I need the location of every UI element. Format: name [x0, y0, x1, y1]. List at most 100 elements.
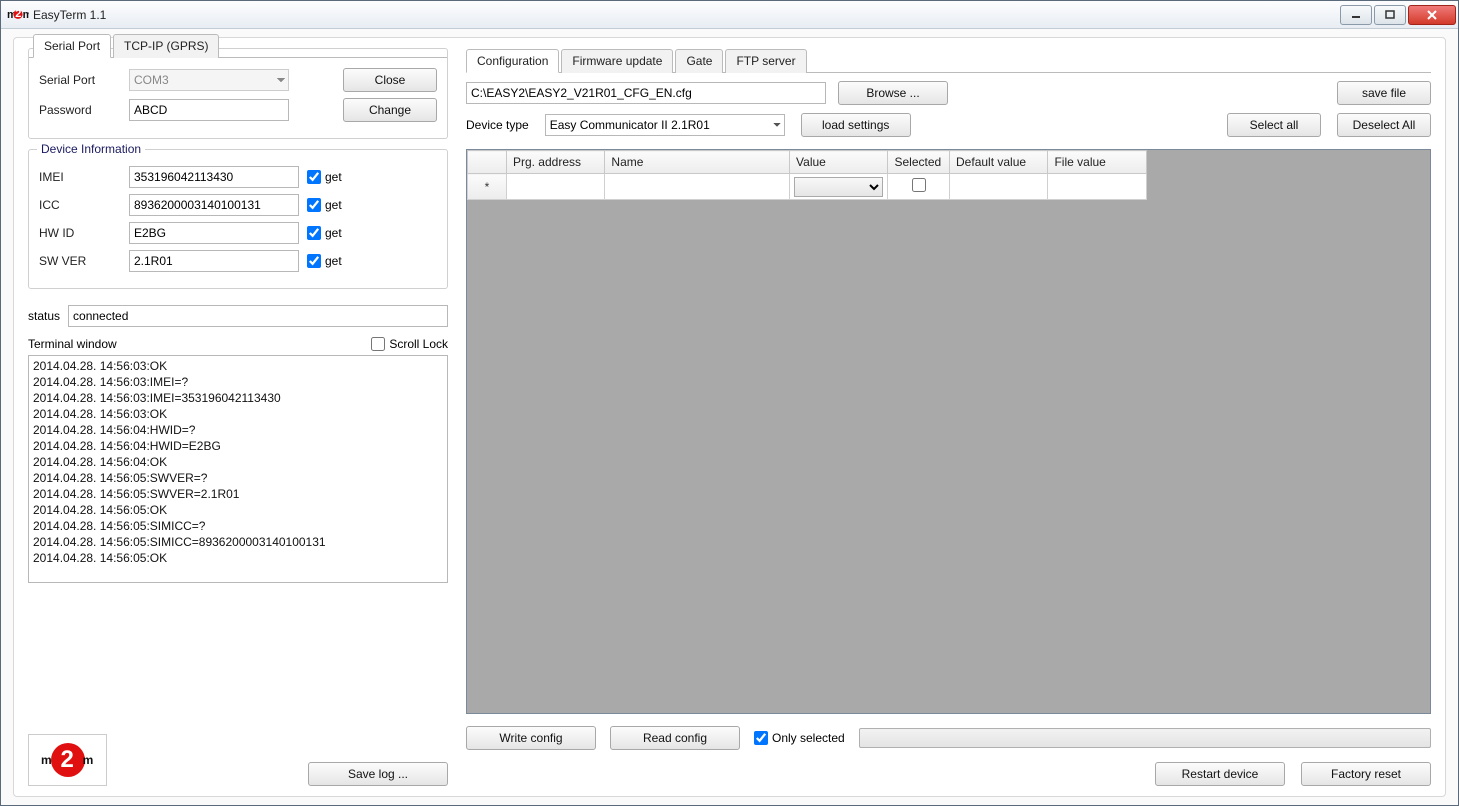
- hwid-get-label: get: [325, 226, 342, 240]
- cell-file[interactable]: [1048, 174, 1147, 200]
- minimize-button[interactable]: [1340, 5, 1372, 25]
- browse-button[interactable]: Browse ...: [838, 81, 948, 105]
- client-area: Serial Port TCP-IP (GPRS) Serial Port CO…: [1, 29, 1458, 805]
- serial-port-select[interactable]: COM3: [129, 69, 289, 91]
- serial-port-label: Serial Port: [39, 73, 121, 87]
- icc-input[interactable]: [129, 194, 299, 216]
- col-prg-address[interactable]: Prg. address: [506, 151, 604, 174]
- hwid-get-checkbox[interactable]: [307, 226, 321, 240]
- config-actions-row: Write config Read config Only selected: [466, 726, 1431, 750]
- hwid-input[interactable]: [129, 222, 299, 244]
- connection-group: Serial Port TCP-IP (GPRS) Serial Port CO…: [28, 48, 448, 139]
- read-config-button[interactable]: Read config: [610, 726, 740, 750]
- config-path-row: Browse ... save file: [466, 81, 1431, 105]
- terminal-output[interactable]: 2014.04.28. 14:56:03:OK2014.04.28. 14:56…: [28, 355, 448, 583]
- close-button[interactable]: [1408, 5, 1456, 25]
- connection-tabs: Serial Port TCP-IP (GPRS): [29, 33, 447, 58]
- tab-serial-port[interactable]: Serial Port: [33, 34, 111, 58]
- status-row: status: [28, 305, 448, 327]
- logo-2: 2: [51, 743, 85, 777]
- select-all-button[interactable]: Select all: [1227, 113, 1321, 137]
- icc-label: ICC: [39, 198, 121, 212]
- only-selected-label: Only selected: [772, 731, 845, 745]
- scroll-lock-label: Scroll Lock: [389, 337, 448, 351]
- window-title: EasyTerm 1.1: [33, 8, 1340, 22]
- terminal-line: 2014.04.28. 14:56:04:HWID=E2BG: [33, 438, 443, 454]
- logo-m2: m: [83, 753, 95, 767]
- swver-label: SW VER: [39, 254, 121, 268]
- col-name[interactable]: Name: [605, 151, 790, 174]
- hwid-label: HW ID: [39, 226, 121, 240]
- status-value: [68, 305, 448, 327]
- config-path-input[interactable]: [466, 82, 826, 104]
- terminal-line: 2014.04.28. 14:56:05:SIMICC=?: [33, 518, 443, 534]
- svg-text:m: m: [23, 9, 29, 21]
- value-dropdown[interactable]: [794, 177, 883, 197]
- icc-get-label: get: [325, 198, 342, 212]
- terminal-line: 2014.04.28. 14:56:04:HWID=?: [33, 422, 443, 438]
- cell-value[interactable]: [790, 174, 888, 200]
- imei-input[interactable]: [129, 166, 299, 188]
- only-selected-checkbox[interactable]: [754, 731, 768, 745]
- app-window: m2m EasyTerm 1.1 Serial Port TCP-IP (GPR…: [0, 0, 1459, 806]
- password-input[interactable]: [129, 99, 289, 121]
- cell-prg[interactable]: [506, 174, 604, 200]
- swver-input[interactable]: [129, 250, 299, 272]
- cell-name[interactable]: [605, 174, 790, 200]
- terminal-line: 2014.04.28. 14:56:03:IMEI=?: [33, 374, 443, 390]
- col-rowheader: [468, 151, 507, 174]
- imei-get-checkbox[interactable]: [307, 170, 321, 184]
- tab-gate[interactable]: Gate: [675, 49, 723, 73]
- device-type-row: Device type Easy Communicator II 2.1R01 …: [466, 113, 1431, 137]
- icc-get-checkbox[interactable]: [307, 198, 321, 212]
- factory-reset-button[interactable]: Factory reset: [1301, 762, 1431, 786]
- config-grid[interactable]: Prg. address Name Value Selected Default…: [466, 149, 1431, 714]
- terminal-line: 2014.04.28. 14:56:03:IMEI=35319604211343…: [33, 390, 443, 406]
- cell-selected[interactable]: [888, 174, 950, 200]
- cell-default[interactable]: [950, 174, 1048, 200]
- col-file-value[interactable]: File value: [1048, 151, 1147, 174]
- right-column: Configuration Firmware update Gate FTP s…: [466, 48, 1431, 786]
- left-column: Serial Port TCP-IP (GPRS) Serial Port CO…: [28, 48, 448, 786]
- save-file-button[interactable]: save file: [1337, 81, 1431, 105]
- save-log-button[interactable]: Save log ...: [308, 762, 448, 786]
- deselect-all-button[interactable]: Deselect All: [1337, 113, 1431, 137]
- new-row-marker: *: [468, 174, 507, 200]
- terminal-header: Terminal window Scroll Lock: [28, 337, 448, 351]
- imei-label: IMEI: [39, 170, 121, 184]
- restart-device-button[interactable]: Restart device: [1155, 762, 1285, 786]
- terminal-line: 2014.04.28. 14:56:05:OK: [33, 502, 443, 518]
- window-controls: [1340, 5, 1456, 25]
- maximize-button[interactable]: [1374, 5, 1406, 25]
- main-panel: Serial Port TCP-IP (GPRS) Serial Port CO…: [13, 37, 1446, 797]
- load-settings-button[interactable]: load settings: [801, 113, 911, 137]
- new-row[interactable]: *: [468, 174, 1147, 200]
- tab-firmware-update[interactable]: Firmware update: [561, 49, 673, 73]
- status-label: status: [28, 309, 60, 323]
- change-password-button[interactable]: Change: [343, 98, 437, 122]
- svg-text:2: 2: [15, 8, 21, 20]
- terminal-line: 2014.04.28. 14:56:05:SIMICC=893620000314…: [33, 534, 443, 550]
- titlebar: m2m EasyTerm 1.1: [1, 1, 1458, 29]
- tab-configuration[interactable]: Configuration: [466, 49, 559, 73]
- terminal-line: 2014.04.28. 14:56:03:OK: [33, 406, 443, 422]
- app-icon: m2m: [7, 7, 29, 23]
- tab-ftp-server[interactable]: FTP server: [725, 49, 806, 73]
- scroll-lock-checkbox[interactable]: [371, 337, 385, 351]
- terminal-line: 2014.04.28. 14:56:05:OK: [33, 550, 443, 566]
- col-default-value[interactable]: Default value: [950, 151, 1048, 174]
- close-port-button[interactable]: Close: [343, 68, 437, 92]
- tab-tcp-ip[interactable]: TCP-IP (GPRS): [113, 34, 219, 58]
- progress-bar: [859, 728, 1431, 748]
- password-label: Password: [39, 103, 121, 117]
- col-value[interactable]: Value: [790, 151, 888, 174]
- terminal-line: 2014.04.28. 14:56:04:OK: [33, 454, 443, 470]
- write-config-button[interactable]: Write config: [466, 726, 596, 750]
- bottom-left: m 2 m Save log ...: [28, 734, 448, 786]
- config-table: Prg. address Name Value Selected Default…: [467, 150, 1147, 200]
- row-selected-checkbox[interactable]: [912, 178, 926, 192]
- device-type-select[interactable]: Easy Communicator II 2.1R01: [545, 114, 785, 136]
- col-selected[interactable]: Selected: [888, 151, 950, 174]
- swver-get-checkbox[interactable]: [307, 254, 321, 268]
- imei-get-label: get: [325, 170, 342, 184]
